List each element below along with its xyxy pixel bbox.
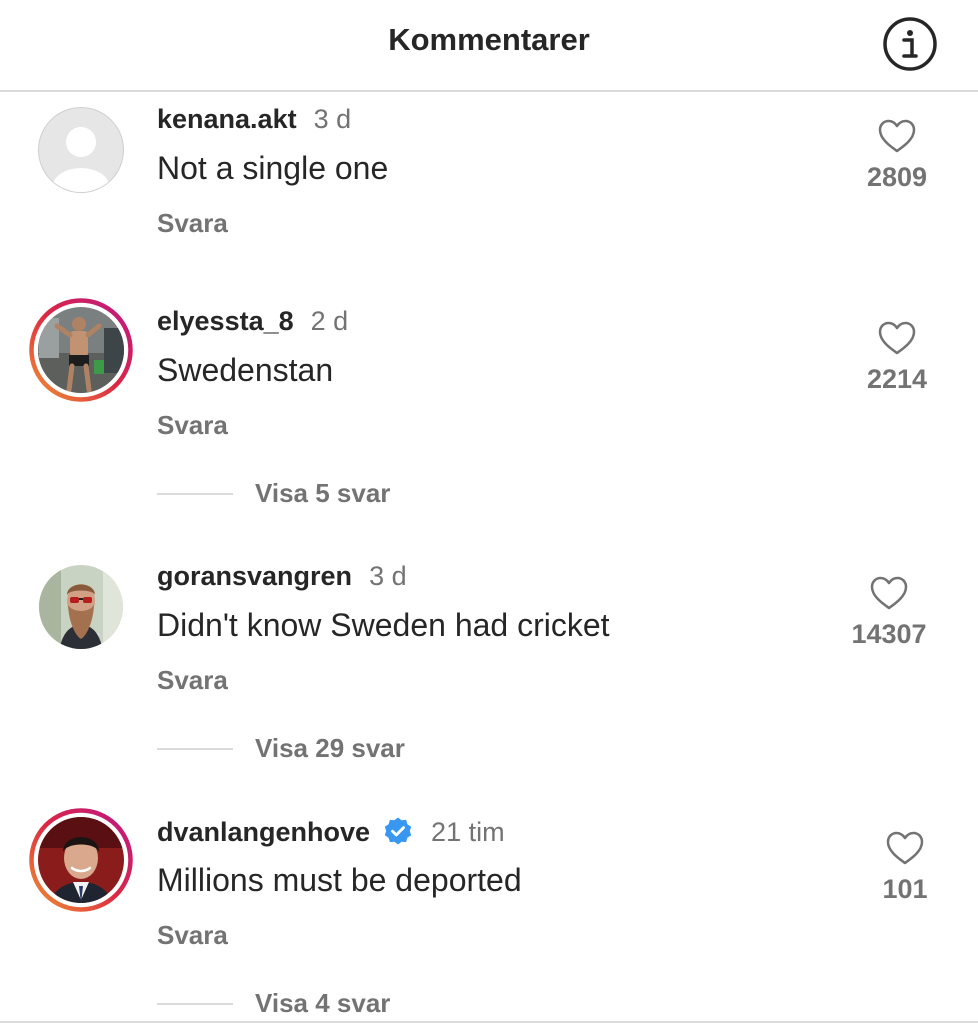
comment-text: Not a single one <box>157 150 389 186</box>
comment-header: dvanlangenhove 21 tim <box>157 816 505 848</box>
heart-icon[interactable] <box>869 575 909 611</box>
view-replies-label[interactable]: Visa 29 svar <box>255 733 405 764</box>
header-bar: Kommentarer <box>0 0 978 92</box>
comment-username[interactable]: dvanlangenhove <box>157 817 370 848</box>
comment-time: 3 d <box>369 561 407 591</box>
like-count: 2214 <box>866 364 928 394</box>
comment-text: Swedenstan <box>157 352 334 388</box>
divider <box>157 747 233 750</box>
like-count: 14307 <box>851 619 927 649</box>
reply-button[interactable]: Svara <box>157 208 228 239</box>
heart-icon[interactable] <box>877 320 917 356</box>
view-replies-button[interactable]: Visa 5 svar <box>157 478 390 509</box>
heart-icon[interactable] <box>877 118 917 154</box>
verified-badge-icon <box>384 817 412 845</box>
profile-photo[interactable] <box>29 298 133 402</box>
like-count: 101 <box>882 874 928 904</box>
comment-username[interactable]: elyessta_8 <box>157 306 294 337</box>
like-count: 2809 <box>866 162 928 192</box>
reply-button[interactable]: Svara <box>157 410 228 441</box>
default-avatar-icon[interactable] <box>37 106 125 194</box>
comment-text: Millions must be deported <box>157 862 522 898</box>
profile-photo[interactable] <box>37 563 125 651</box>
bottom-divider <box>0 1021 978 1023</box>
comment-time: 3 d <box>313 104 352 134</box>
comment-header: kenana.akt 3 d <box>157 104 351 135</box>
profile-photo[interactable] <box>29 808 133 912</box>
view-replies-label[interactable]: Visa 4 svar <box>255 988 390 1019</box>
like-button[interactable]: 2214 <box>837 320 957 395</box>
view-replies-button[interactable]: Visa 4 svar <box>157 988 390 1019</box>
reply-button[interactable]: Svara <box>157 665 228 696</box>
like-button[interactable]: 14307 <box>829 575 949 650</box>
page-title: Kommentarer <box>388 22 590 57</box>
like-button[interactable]: 2809 <box>837 118 957 193</box>
comment-header: elyessta_8 2 d <box>157 306 348 337</box>
comment-time: 2 d <box>310 306 349 336</box>
comment-username[interactable]: goransvangren <box>157 561 352 592</box>
info-icon[interactable] <box>882 16 938 72</box>
view-replies-button[interactable]: Visa 29 svar <box>157 733 405 764</box>
divider <box>157 1002 233 1005</box>
like-button[interactable]: 101 <box>845 830 965 905</box>
comment-username[interactable]: kenana.akt <box>157 104 297 135</box>
comment-text: Didn't know Sweden had cricket <box>157 607 610 643</box>
heart-icon[interactable] <box>885 830 925 866</box>
comment-time: 21 tim <box>431 816 505 847</box>
comment-header: goransvangren 3 d <box>157 561 407 592</box>
reply-button[interactable]: Svara <box>157 920 228 951</box>
view-replies-label[interactable]: Visa 5 svar <box>255 478 390 509</box>
divider <box>157 492 233 495</box>
